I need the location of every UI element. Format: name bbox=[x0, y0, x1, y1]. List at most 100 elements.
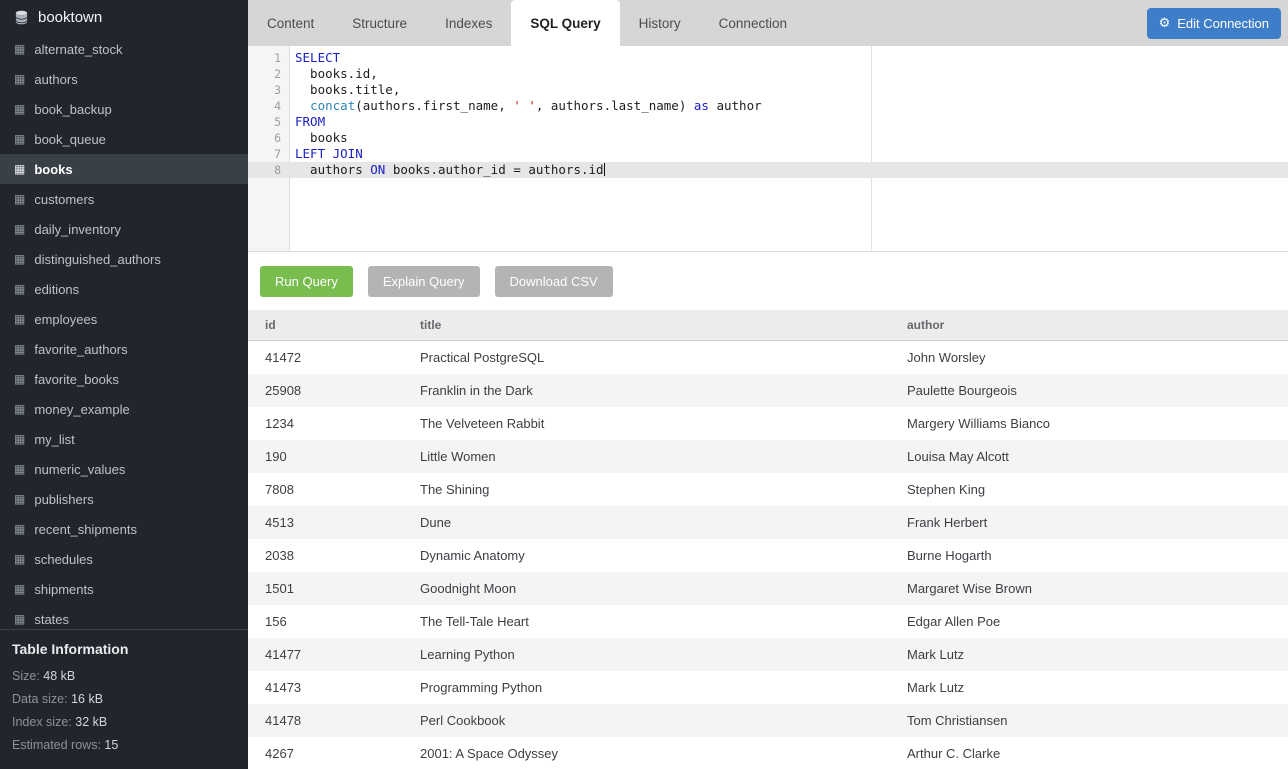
cell-title: The Shining bbox=[403, 473, 890, 506]
table-row[interactable]: 1234The Velveteen RabbitMargery Williams… bbox=[248, 407, 1288, 440]
sidebar-item-recent_shipments[interactable]: ▦recent_shipments bbox=[0, 514, 248, 544]
cell-title: 2001: A Space Odyssey bbox=[403, 737, 890, 769]
sql-editor[interactable]: 1 SELECT 2 books.id, 3 books.title, 4 co… bbox=[248, 46, 1288, 252]
sidebar-item-my_list[interactable]: ▦ my_list bbox=[0, 424, 248, 454]
table-name: distinguished_authors bbox=[34, 252, 160, 267]
cell-title: Goodnight Moon bbox=[403, 572, 890, 605]
table-row[interactable]: 41473Programming PythonMark Lutz bbox=[248, 671, 1288, 704]
tab-history[interactable]: History bbox=[620, 0, 700, 46]
table-name: book_queue bbox=[34, 132, 106, 147]
editor-line-7: 7 LEFT JOIN bbox=[248, 146, 1288, 162]
table-name: customers bbox=[34, 192, 94, 207]
table-name: favorite_authors bbox=[34, 342, 127, 357]
table-name: favorite_books bbox=[34, 372, 119, 387]
table-name: authors bbox=[34, 72, 77, 87]
table-row[interactable]: 2038Dynamic AnatomyBurne Hogarth bbox=[248, 539, 1288, 572]
line-number: 4 bbox=[248, 98, 290, 114]
sidebar-item-book_queue[interactable]: ▦ book_queue bbox=[0, 124, 248, 154]
column-header-author[interactable]: author bbox=[890, 310, 1288, 341]
cell-author: Tom Christiansen bbox=[890, 704, 1288, 737]
sidebar-item-money_example[interactable]: ▦money_example bbox=[0, 394, 248, 424]
table-name: shipments bbox=[34, 582, 93, 597]
table-row[interactable]: 190Little WomenLouisa May Alcott bbox=[248, 440, 1288, 473]
code-line: LEFT JOIN bbox=[290, 146, 363, 162]
table-icon: ▦ bbox=[14, 462, 25, 476]
sidebar-item-daily_inventory[interactable]: ▦daily_inventory bbox=[0, 214, 248, 244]
table-row[interactable]: 42672001: A Space OdysseyArthur C. Clark… bbox=[248, 737, 1288, 769]
table-icon: ▦ bbox=[14, 522, 25, 536]
table-row[interactable]: 25908Franklin in the DarkPaulette Bourge… bbox=[248, 374, 1288, 407]
run-query-button[interactable]: Run Query bbox=[260, 266, 353, 297]
info-row-index-size: Index size: 32 kB bbox=[12, 715, 236, 729]
cell-title: The Velveteen Rabbit bbox=[403, 407, 890, 440]
table-name: publishers bbox=[34, 492, 93, 507]
table-row[interactable]: 41478Perl CookbookTom Christiansen bbox=[248, 704, 1288, 737]
line-number: 1 bbox=[248, 50, 290, 66]
info-row-data-size: Data size: 16 kB bbox=[12, 692, 236, 706]
table-icon: ▦ bbox=[14, 432, 25, 446]
cell-id: 1234 bbox=[248, 407, 403, 440]
cell-author: Edgar Allen Poe bbox=[890, 605, 1288, 638]
table-row[interactable]: 1501Goodnight MoonMargaret Wise Brown bbox=[248, 572, 1288, 605]
sidebar-item-book_backup[interactable]: ▦ book_backup bbox=[0, 94, 248, 124]
sidebar-item-employees[interactable]: ▦employees bbox=[0, 304, 248, 334]
table-icon: ▦ bbox=[14, 102, 25, 116]
cell-author: Paulette Bourgeois bbox=[890, 374, 1288, 407]
tab-content[interactable]: Content bbox=[248, 0, 333, 46]
tab-structure[interactable]: Structure bbox=[333, 0, 426, 46]
cell-title: Perl Cookbook bbox=[403, 704, 890, 737]
cell-id: 7808 bbox=[248, 473, 403, 506]
tab-sql-query[interactable]: SQL Query bbox=[511, 0, 619, 46]
table-row[interactable]: 41477Learning PythonMark Lutz bbox=[248, 638, 1288, 671]
table-information-panel: Table Information Size: 48 kB Data size:… bbox=[0, 629, 248, 769]
tabbar-spacer bbox=[806, 0, 1147, 46]
sidebar-item-books[interactable]: ▦books bbox=[0, 154, 248, 184]
table-row[interactable]: 41472Practical PostgreSQLJohn Worsley bbox=[248, 341, 1288, 375]
table-name: book_backup bbox=[34, 102, 111, 117]
download-csv-button[interactable]: Download CSV bbox=[495, 266, 613, 297]
sidebar-item-favorite_authors[interactable]: ▦favorite_authors bbox=[0, 334, 248, 364]
table-row[interactable]: 156The Tell-Tale HeartEdgar Allen Poe bbox=[248, 605, 1288, 638]
database-header[interactable]: booktown bbox=[0, 0, 248, 34]
tab-indexes[interactable]: Indexes bbox=[426, 0, 511, 46]
sidebar-item-alternate_stock[interactable]: ▦alternate_stock bbox=[0, 34, 248, 64]
sidebar-item-schedules[interactable]: ▦schedules bbox=[0, 544, 248, 574]
sidebar-item-states[interactable]: ▦states bbox=[0, 604, 248, 629]
cell-author: Mark Lutz bbox=[890, 638, 1288, 671]
info-value: 15 bbox=[104, 738, 118, 752]
sidebar-item-authors[interactable]: ▦authors bbox=[0, 64, 248, 94]
explain-query-button[interactable]: Explain Query bbox=[368, 266, 480, 297]
cell-id: 1501 bbox=[248, 572, 403, 605]
column-header-id[interactable]: id bbox=[248, 310, 403, 341]
edit-connection-button[interactable]: ⚙ Edit Connection bbox=[1147, 8, 1281, 39]
table-row[interactable]: 7808The ShiningStephen King bbox=[248, 473, 1288, 506]
tab-connection[interactable]: Connection bbox=[700, 0, 806, 46]
edit-connection-label: Edit Connection bbox=[1177, 16, 1269, 31]
sidebar-item-shipments[interactable]: ▦shipments bbox=[0, 574, 248, 604]
sidebar-item-favorite_books[interactable]: ▦favorite_books bbox=[0, 364, 248, 394]
cell-id: 41477 bbox=[248, 638, 403, 671]
table-name: states bbox=[34, 612, 69, 627]
sidebar-item-publishers[interactable]: ▦publishers bbox=[0, 484, 248, 514]
table-name: editions bbox=[34, 282, 79, 297]
sidebar-item-numeric_values[interactable]: ▦ numeric_values bbox=[0, 454, 248, 484]
table-name: daily_inventory bbox=[34, 222, 121, 237]
gear-icon: ⚙ bbox=[1159, 17, 1171, 30]
cell-title: Practical PostgreSQL bbox=[403, 341, 890, 375]
cell-author: Mark Lutz bbox=[890, 671, 1288, 704]
editor-line-5: 5 FROM bbox=[248, 114, 1288, 130]
table-icon: ▦ bbox=[14, 252, 25, 266]
table-name: my_list bbox=[34, 432, 74, 447]
table-row[interactable]: 4513DuneFrank Herbert bbox=[248, 506, 1288, 539]
cell-title: Little Women bbox=[403, 440, 890, 473]
table-name: numeric_values bbox=[34, 462, 125, 477]
cell-author: Stephen King bbox=[890, 473, 1288, 506]
cell-id: 41478 bbox=[248, 704, 403, 737]
column-header-title[interactable]: title bbox=[403, 310, 890, 341]
table-icon: ▦ bbox=[14, 132, 25, 146]
code-line: SELECT bbox=[290, 50, 340, 66]
sidebar-item-customers[interactable]: ▦customers bbox=[0, 184, 248, 214]
sidebar-item-editions[interactable]: ▦editions bbox=[0, 274, 248, 304]
database-icon bbox=[14, 10, 29, 25]
sidebar-item-distinguished_authors[interactable]: ▦ distinguished_authors bbox=[0, 244, 248, 274]
